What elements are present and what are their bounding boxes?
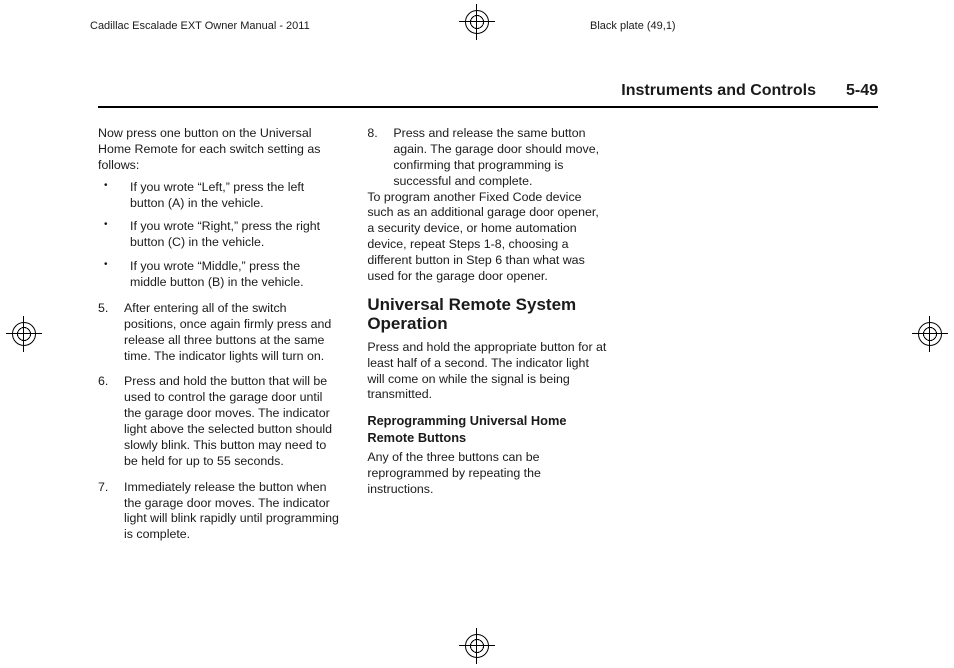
reprogramming-paragraph: Any of the three buttons can be reprogra… [367,450,608,498]
content-columns: Now press one button on the Universal Ho… [98,126,878,606]
registration-mark-left [6,316,42,352]
step-number: 6. [98,374,108,390]
registration-mark-bottom [459,628,495,664]
chapter-title: Instruments and Controls [621,82,816,100]
bullet-item: If you wrote “Right,” press the right bu… [98,219,339,251]
step-7: 7. Immediately release the button when t… [98,480,339,544]
page-number: 5-49 [846,82,878,100]
step-list-5: 5. After entering all of the switch posi… [98,301,339,365]
step-text: Immediately release the button when the … [124,480,339,542]
switch-bullet-list: If you wrote “Left,” press the left butt… [98,180,339,291]
page-body: Instruments and Controls 5-49 Now press … [98,82,878,618]
manual-title-label: Cadillac Escalade EXT Owner Manual - 201… [90,20,310,32]
step-text: After entering all of the switch positio… [124,301,331,363]
bullet-item: If you wrote “Left,” press the left butt… [98,180,339,212]
step-6: 6. Press and hold the button that will b… [98,374,339,469]
intro-paragraph: Now press one button on the Universal Ho… [98,126,339,174]
step-5: 5. After entering all of the switch posi… [98,301,339,365]
section-heading-universal-remote: Universal Remote System Operation [367,295,608,334]
print-strip: Cadillac Escalade EXT Owner Manual - 201… [0,0,954,54]
step-number: 8. [367,126,377,142]
page-header: Instruments and Controls 5-49 [98,82,878,108]
subheading-reprogramming: Reprogramming Universal Home Remote Butt… [367,413,608,446]
step-8: 8. Press and release the same button aga… [367,126,608,190]
step-text: Press and hold the button that will be u… [124,374,332,467]
registration-mark-right [912,316,948,352]
step-number: 7. [98,480,108,496]
operation-paragraph: Press and hold the appropriate button fo… [367,340,608,404]
plate-label: Black plate (49,1) [590,20,676,32]
step-text: Press and release the same button again.… [393,126,599,188]
bullet-item: If you wrote “Middle,” press the middle … [98,259,339,291]
fixed-code-paragraph: To program another Fixed Code device suc… [367,190,608,285]
step-number: 5. [98,301,108,317]
